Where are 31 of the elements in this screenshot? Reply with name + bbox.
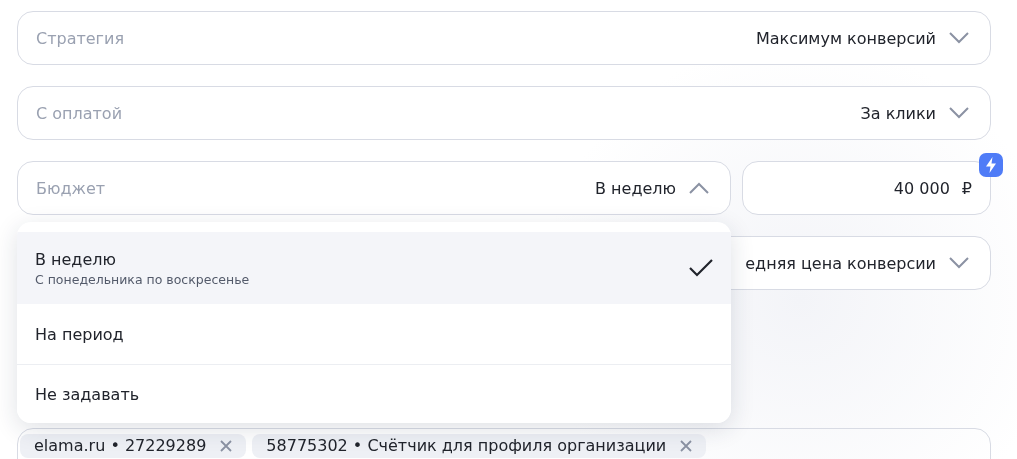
chevron-down-icon (948, 31, 970, 44)
field-label: Стратегия (36, 28, 126, 48)
chevron-down-icon (948, 106, 970, 119)
select-field[interactable]: Стратегия Максимум конверсий (17, 11, 991, 65)
select-field[interactable]: С оплатой За клики (17, 86, 991, 140)
field-label: Бюджет (36, 178, 107, 198)
field-label: С оплатой (36, 103, 124, 123)
dropdown-option[interactable]: На период (17, 304, 731, 364)
tag-label: elama.ru • 27229289 (34, 436, 207, 455)
field-value: Максимум конверсий (755, 28, 936, 48)
option-hint: С понедельника по воскресенье (35, 271, 251, 287)
field-value: В неделю (595, 178, 676, 198)
option-label: Не задавать (35, 384, 141, 404)
close-icon[interactable] (220, 439, 233, 452)
checkmark-icon (689, 258, 713, 278)
option-label: В неделю (35, 249, 117, 269)
field-value: За клики (860, 103, 936, 123)
currency-sign: ₽ (961, 178, 972, 198)
amount-value: 40 000 (893, 178, 950, 198)
close-icon[interactable] (680, 439, 693, 452)
chevron-up-icon (688, 181, 710, 194)
dropdown-option[interactable]: В неделю С понедельника по воскресенье (17, 232, 731, 304)
dropdown-option[interactable]: Не задавать (17, 364, 731, 423)
tags-field[interactable]: elama.ru • 27229289 58775302 • Счётчик для профиля организации (17, 428, 991, 459)
select-field[interactable]: Бюджет В неделю (17, 161, 731, 215)
tag-label: 58775302 • Счётчик для профиля организации (266, 436, 667, 455)
lightning-icon (979, 153, 1003, 177)
field-value: едняя цена конверсии (745, 253, 936, 273)
option-label: На период (35, 324, 125, 344)
chevron-down-icon (948, 256, 970, 269)
amount-field[interactable]: 40 000 ₽ (742, 161, 991, 215)
